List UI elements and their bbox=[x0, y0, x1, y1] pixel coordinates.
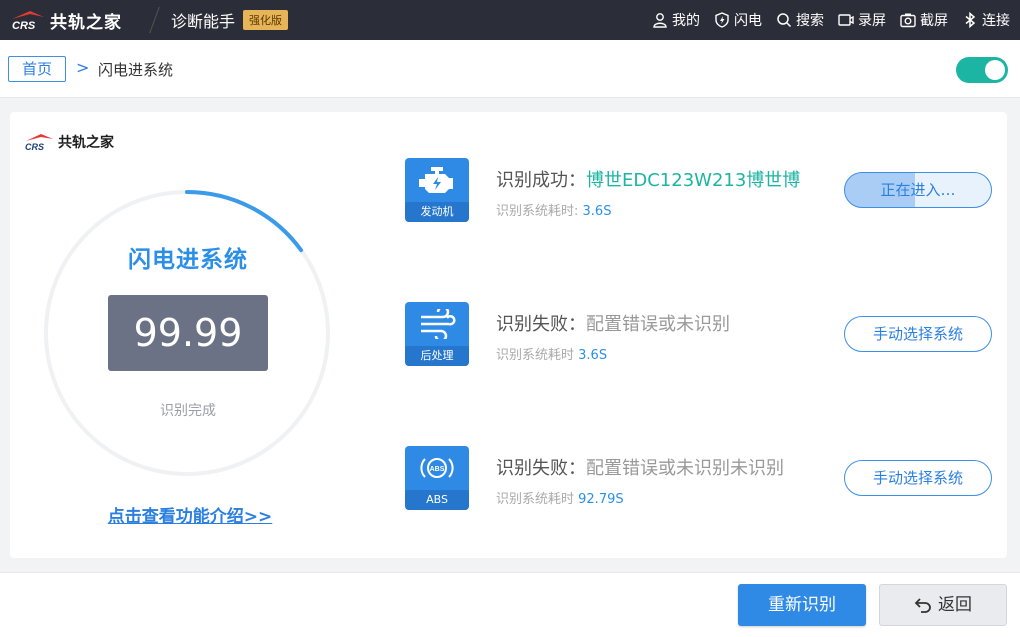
menu-flash-label: 闪电 bbox=[734, 13, 762, 29]
menu-connect-label: 连接 bbox=[982, 13, 1010, 29]
bluetooth-icon bbox=[965, 12, 976, 28]
svg-text:CRS: CRS bbox=[25, 142, 44, 151]
menu-flash[interactable]: 闪电 bbox=[714, 10, 762, 30]
abs-time-label: 识别系统耗时 bbox=[496, 492, 579, 507]
card-logo: CRS 共轨之家 bbox=[24, 132, 114, 152]
top-menu: 我的 闪电 搜索 录屏 截屏 连接 bbox=[652, 0, 1010, 40]
abs-result-label: 识别失败： bbox=[496, 458, 586, 479]
engine-time-value: 3.6S bbox=[582, 204, 612, 219]
back-arrow-icon bbox=[914, 598, 931, 613]
abs-tile: ABS ABS bbox=[405, 446, 469, 510]
system-row-aftertreatment: 后处理 识别失败：配置错误或未识别 识别系统耗时 3.6S 手动选择系统 bbox=[405, 302, 995, 368]
menu-screenshot[interactable]: 截屏 bbox=[900, 10, 948, 30]
breadcrumb-home-button[interactable]: 首页 bbox=[8, 56, 66, 82]
app-title: 诊断能手 bbox=[171, 12, 236, 31]
aftertreatment-time: 识别系统耗时 3.6S bbox=[496, 344, 607, 363]
edition-badge: 强化版 bbox=[243, 10, 289, 30]
aftertreatment-time-value: 3.6S bbox=[578, 348, 608, 363]
aftertreatment-icon bbox=[405, 302, 469, 346]
aftertreatment-result: 识别失败：配置错误或未识别 bbox=[496, 310, 730, 336]
breadcrumb-bar: 首页 > 闪电进系统 bbox=[0, 40, 1020, 98]
aftertreatment-result-value: 配置错误或未识别 bbox=[586, 314, 730, 335]
breadcrumb-separator: > bbox=[76, 58, 90, 77]
screenshot-icon bbox=[900, 13, 916, 28]
flash-icon bbox=[715, 12, 729, 28]
engine-tile: 发动机 bbox=[405, 158, 469, 222]
brand-separator bbox=[149, 7, 160, 33]
menu-my-label: 我的 bbox=[672, 13, 700, 29]
top-bar: CRS 共轨之家 诊断能手 强化版 我的 闪电 搜索 录屏 截屏 连接 bbox=[0, 0, 1020, 40]
abs-caption: ABS bbox=[405, 490, 469, 510]
system-row-engine: 发动机 识别成功：博世EDC123W213博世博 识别系统耗时: 3.6S 正在… bbox=[405, 158, 995, 224]
back-button-label: 返回 bbox=[938, 595, 972, 615]
system-row-abs: ABS ABS 识别失败：配置错误或未识别未识别 识别系统耗时 92.79S 手… bbox=[405, 446, 995, 512]
system-title: 闪电进系统 bbox=[128, 247, 248, 273]
manual-select-button[interactable]: 手动选择系统 bbox=[844, 316, 992, 352]
menu-my[interactable]: 我的 bbox=[652, 10, 700, 30]
engine-time-label: 识别系统耗时: bbox=[496, 204, 583, 219]
re-identify-button[interactable]: 重新识别 bbox=[738, 584, 866, 626]
feature-intro-link[interactable]: 点击查看功能介绍>> bbox=[100, 502, 280, 527]
toggle-knob bbox=[985, 60, 1005, 80]
crs-logo-icon: CRS bbox=[12, 11, 44, 31]
abs-time-value: 92.79S bbox=[578, 492, 624, 507]
main-card: CRS 共轨之家 闪电进系统 99.99 识别完成 点击查看功能介绍>> 发动机 bbox=[10, 112, 1007, 558]
card-logo-text: 共轨之家 bbox=[58, 135, 114, 151]
brand-text: 共轨之家 bbox=[50, 12, 122, 33]
abs-icon: ABS bbox=[405, 446, 469, 490]
result-value: 99.99 bbox=[108, 295, 268, 371]
abs-result: 识别失败：配置错误或未识别未识别 bbox=[496, 454, 784, 480]
menu-screenshot-label: 截屏 bbox=[920, 13, 948, 29]
abs-result-value: 配置错误或未识别未识别 bbox=[586, 458, 784, 479]
engine-caption: 发动机 bbox=[405, 202, 469, 222]
abs-time: 识别系统耗时 92.79S bbox=[496, 488, 624, 507]
engine-result: 识别成功：博世EDC123W213博世博 bbox=[496, 166, 800, 192]
aftertreatment-time-label: 识别系统耗时 bbox=[496, 348, 579, 363]
svg-text:CRS: CRS bbox=[12, 20, 36, 31]
manual-select-button[interactable]: 手动选择系统 bbox=[844, 460, 992, 496]
menu-search[interactable]: 搜索 bbox=[776, 10, 824, 30]
engine-time: 识别系统耗时: 3.6S bbox=[496, 200, 611, 219]
menu-connect[interactable]: 连接 bbox=[962, 10, 1010, 30]
engine-result-value: 博世EDC123W213博世博 bbox=[586, 170, 801, 191]
aftertreatment-caption: 后处理 bbox=[405, 346, 469, 366]
footer-bar: 重新识别 返回 bbox=[0, 572, 1020, 637]
aftertreatment-result-label: 识别失败： bbox=[496, 314, 586, 335]
engine-icon bbox=[405, 158, 469, 202]
svg-text:ABS: ABS bbox=[430, 466, 445, 473]
aftertreatment-tile: 后处理 bbox=[405, 302, 469, 366]
crs-logo-icon: CRS bbox=[25, 134, 53, 151]
engine-result-label: 识别成功： bbox=[496, 170, 586, 191]
status-text: 识别完成 bbox=[160, 403, 216, 419]
search-icon bbox=[777, 13, 792, 28]
menu-search-label: 搜索 bbox=[796, 13, 824, 29]
entering-button[interactable]: 正在进入… bbox=[844, 172, 992, 208]
menu-record[interactable]: 录屏 bbox=[838, 10, 886, 30]
brand: CRS 共轨之家 bbox=[0, 0, 150, 40]
menu-record-label: 录屏 bbox=[858, 13, 886, 29]
user-icon bbox=[653, 13, 667, 28]
mode-toggle[interactable] bbox=[956, 57, 1008, 83]
record-icon bbox=[838, 14, 854, 26]
breadcrumb-current: 闪电进系统 bbox=[98, 61, 174, 79]
back-button[interactable]: 返回 bbox=[879, 584, 1007, 626]
